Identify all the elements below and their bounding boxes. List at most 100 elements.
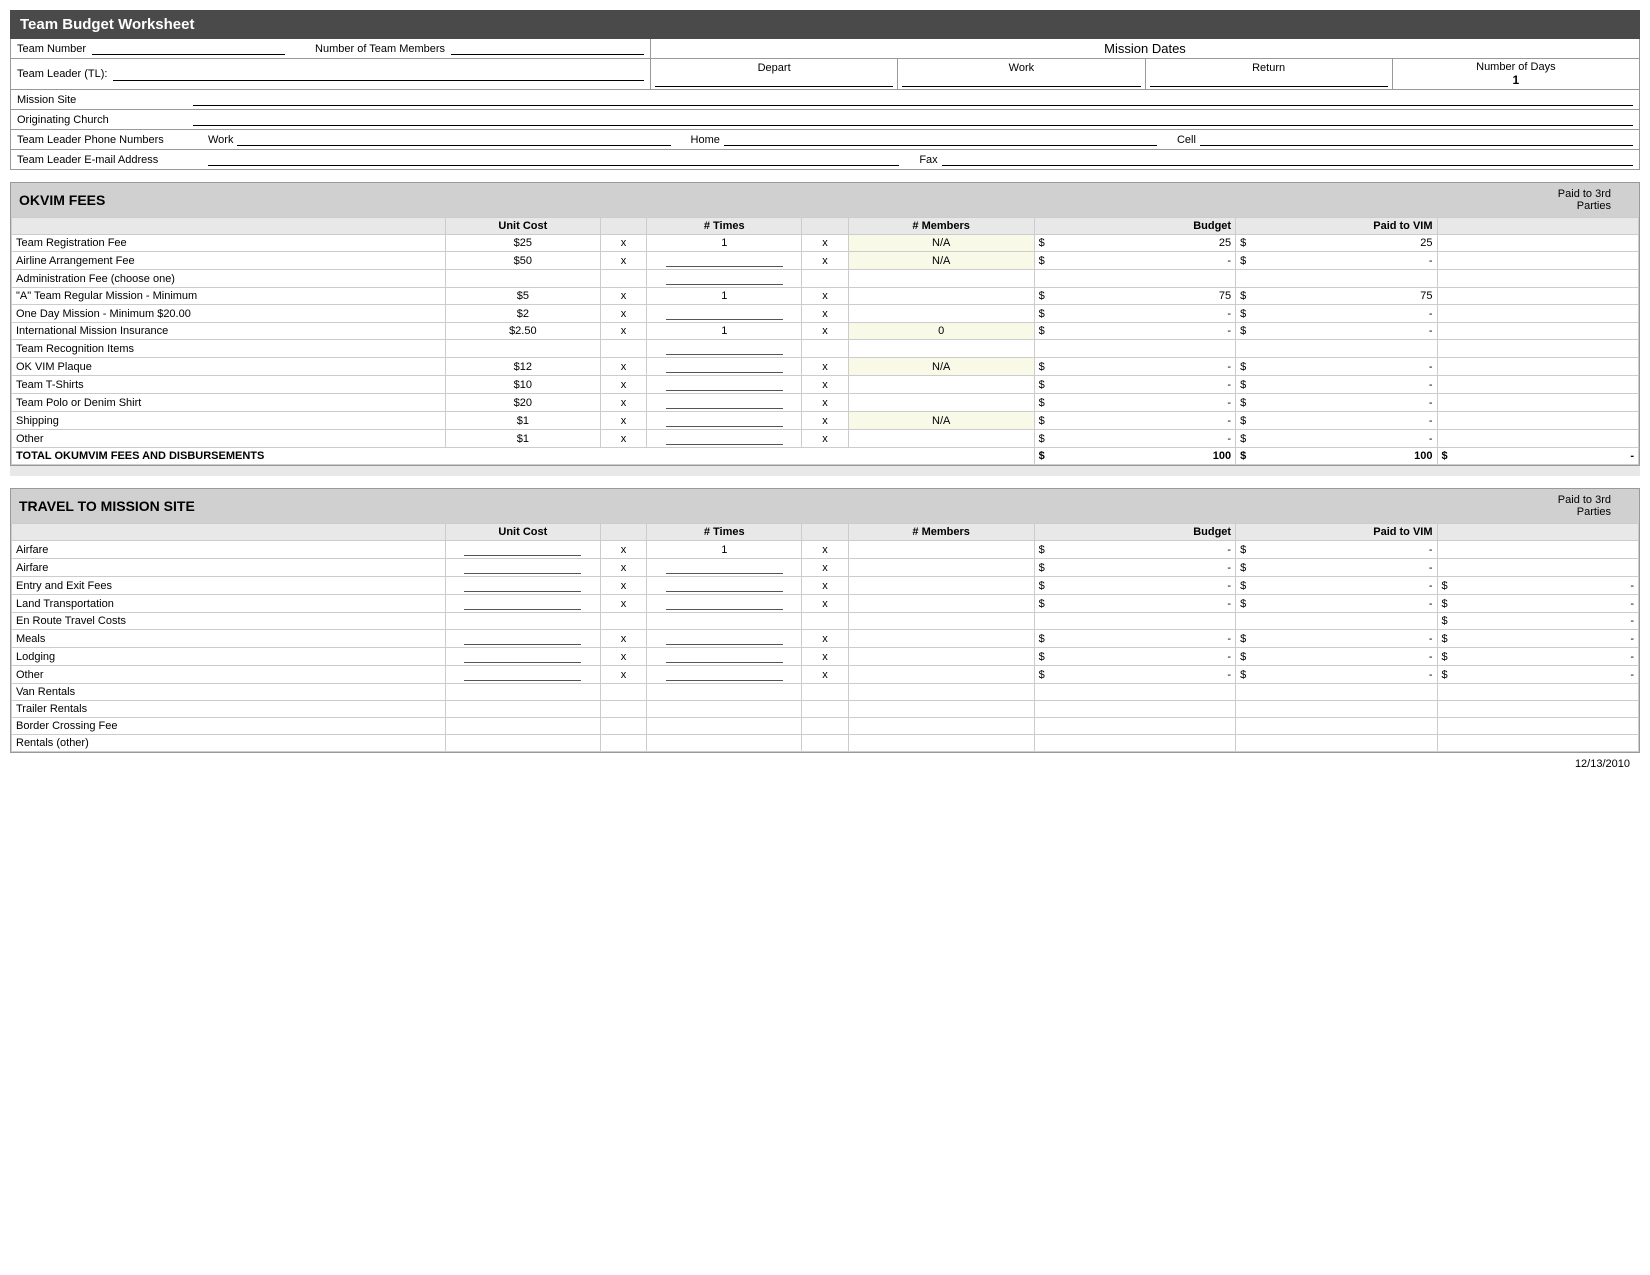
times-header: # Times xyxy=(647,218,802,235)
row-times xyxy=(647,305,802,323)
row-times xyxy=(647,394,802,412)
times-input[interactable] xyxy=(666,414,783,427)
unit-cost-input[interactable] xyxy=(464,597,581,610)
row-x2 xyxy=(802,735,848,752)
row-x1 xyxy=(600,701,646,718)
row-description: Land Transportation xyxy=(12,595,446,613)
unit-cost-input[interactable] xyxy=(464,650,581,663)
home-phone-input[interactable] xyxy=(724,133,1157,146)
row-budget: $- xyxy=(1034,376,1235,394)
row-paid-vim xyxy=(1236,270,1437,288)
team-number-input[interactable] xyxy=(92,42,285,55)
times-input[interactable] xyxy=(666,632,783,645)
row-paid-vim: $- xyxy=(1236,595,1437,613)
fax-input[interactable] xyxy=(942,153,1633,166)
times-input[interactable] xyxy=(666,432,783,445)
table-row: One Day Mission - Minimum $20.00 $2 x x … xyxy=(12,305,1639,323)
row-x1 xyxy=(600,718,646,735)
row-budget: $25 xyxy=(1034,235,1235,252)
row-description: Border Crossing Fee xyxy=(12,718,446,735)
email-row: Team Leader E-mail Address Fax xyxy=(11,150,1639,169)
mission-site-label: Mission Site xyxy=(17,94,187,106)
times-input[interactable] xyxy=(666,307,783,320)
times-input[interactable] xyxy=(666,272,783,285)
unit-cost-input[interactable] xyxy=(464,579,581,592)
fees-total-budget: $ 100 xyxy=(1034,448,1235,465)
row-times: 1 xyxy=(647,323,802,340)
row-members xyxy=(848,595,1034,613)
team-leader-input[interactable] xyxy=(113,68,644,81)
fees-total-label: TOTAL OKUMVIM FEES AND DISBURSEMENTS xyxy=(12,448,1035,465)
row-times xyxy=(647,595,802,613)
work-input[interactable] xyxy=(902,74,1140,87)
times-input[interactable] xyxy=(666,360,783,373)
row-budget xyxy=(1034,270,1235,288)
unit-cost-input[interactable] xyxy=(464,632,581,645)
page-title: Team Budget Worksheet xyxy=(10,10,1640,39)
row-budget: $- xyxy=(1034,252,1235,270)
table-row: Shipping $1 x x N/A $- $- xyxy=(12,412,1639,430)
mission-site-input[interactable] xyxy=(193,93,1633,106)
email-input[interactable] xyxy=(208,153,899,166)
times-input[interactable] xyxy=(666,342,783,355)
work-phone-input[interactable] xyxy=(237,133,670,146)
times-input[interactable] xyxy=(666,597,783,610)
row-members xyxy=(848,270,1034,288)
cell-input[interactable] xyxy=(1200,133,1633,146)
travel-paid-vim-header: Paid to VIM xyxy=(1236,524,1437,541)
row-paid-vim: $- xyxy=(1236,305,1437,323)
phone-row: Team Leader Phone Numbers Work Home Cell xyxy=(11,130,1639,150)
phone-label: Team Leader Phone Numbers xyxy=(17,134,202,146)
row-unit-cost xyxy=(445,559,600,577)
paid-3rd-header-travel: Paid to 3rdParties xyxy=(1558,494,1611,518)
row-unit-cost xyxy=(445,630,600,648)
unit-cost-input[interactable] xyxy=(464,561,581,574)
times-input[interactable] xyxy=(666,650,783,663)
row-members: N/A xyxy=(848,412,1034,430)
table-row: Entry and Exit Fees x x $- $- $- xyxy=(12,577,1639,595)
row-times xyxy=(647,559,802,577)
num-members-input[interactable] xyxy=(451,42,644,55)
times-input[interactable] xyxy=(666,579,783,592)
row-paid-vim: $- xyxy=(1236,559,1437,577)
row-x2: x xyxy=(802,305,848,323)
travel-x-header-1 xyxy=(600,524,646,541)
row-paid-3rd xyxy=(1437,376,1638,394)
row-x1: x xyxy=(600,288,646,305)
members-header: # Members xyxy=(848,218,1034,235)
row-x1 xyxy=(600,340,646,358)
row-budget: $- xyxy=(1034,358,1235,376)
travel-budget-header: Budget xyxy=(1034,524,1235,541)
row-members xyxy=(848,666,1034,684)
header-section: Team Number Number of Team Members Missi… xyxy=(10,39,1640,170)
row-unit-cost: $12 xyxy=(445,358,600,376)
row-description: Team Polo or Denim Shirt xyxy=(12,394,446,412)
row-description: En Route Travel Costs xyxy=(12,613,446,630)
row-paid-3rd xyxy=(1437,559,1638,577)
row-budget: $- xyxy=(1034,630,1235,648)
return-input[interactable] xyxy=(1150,74,1388,87)
times-input[interactable] xyxy=(666,378,783,391)
table-row: Team Registration Fee $25 x 1 x N/A $25 … xyxy=(12,235,1639,252)
depart-input[interactable] xyxy=(655,74,893,87)
times-input[interactable] xyxy=(666,668,783,681)
row-description: Team Recognition Items xyxy=(12,340,446,358)
originating-church-input[interactable] xyxy=(193,113,1633,126)
unit-cost-input[interactable] xyxy=(464,543,581,556)
row-x1 xyxy=(600,735,646,752)
times-input[interactable] xyxy=(666,254,783,267)
times-input[interactable] xyxy=(666,396,783,409)
fees-total-row: TOTAL OKUMVIM FEES AND DISBURSEMENTS $ 1… xyxy=(12,448,1639,465)
row-x1: x xyxy=(600,323,646,340)
row-times xyxy=(647,613,802,630)
row-paid-3rd xyxy=(1437,718,1638,735)
table-row: Team Recognition Items xyxy=(12,340,1639,358)
row-members xyxy=(848,288,1034,305)
unit-cost-input[interactable] xyxy=(464,668,581,681)
row-paid-3rd xyxy=(1437,288,1638,305)
row-unit-cost xyxy=(445,613,600,630)
times-input[interactable] xyxy=(666,561,783,574)
row-x1 xyxy=(600,270,646,288)
page: Team Budget Worksheet Team Number Number… xyxy=(0,0,1650,785)
row-members xyxy=(848,684,1034,701)
